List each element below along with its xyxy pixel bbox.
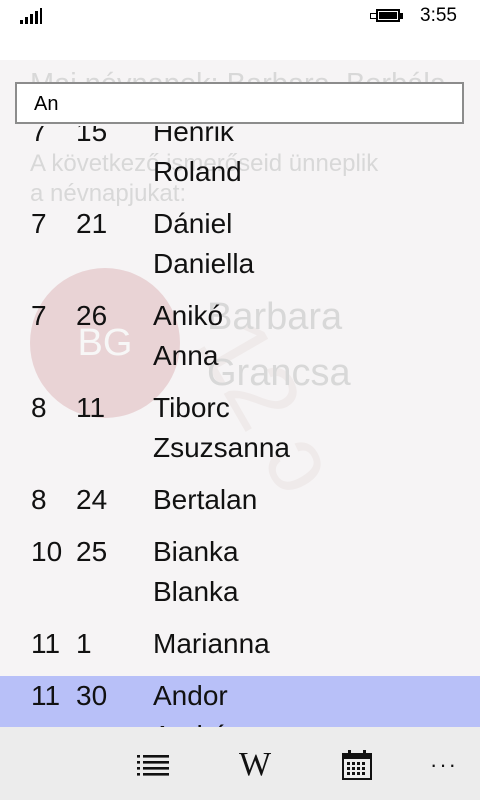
status-time: 3:55 <box>420 5 457 26</box>
status-bar: 3:55 <box>0 0 480 32</box>
more-icon[interactable]: ··· <box>424 745 464 785</box>
name-text: Zsuzsanna <box>153 432 290 463</box>
day-value: 11 <box>76 392 106 423</box>
day-value: 21 <box>76 208 108 239</box>
names-column: Henrik Roland <box>153 126 242 192</box>
day-value: 15 <box>76 126 108 147</box>
names-column: Marianna <box>153 624 270 664</box>
month-value: 11 <box>31 680 61 711</box>
names-column: Bertalan <box>153 480 257 520</box>
list-item[interactable]: 8 24 Bertalan <box>0 480 480 520</box>
month-value: 10 <box>31 536 63 567</box>
name-text: Bertalan <box>153 484 258 515</box>
list-item[interactable]: 11 1 Marianna <box>0 624 480 664</box>
list-item[interactable]: 8 11 Tiborc Zsuzsanna <box>0 388 480 468</box>
month-value: 7 <box>31 126 47 147</box>
name-text: Bianka <box>153 536 239 567</box>
month-value: 8 <box>31 392 47 423</box>
day-value: 25 <box>76 536 108 567</box>
day-value: 24 <box>76 484 108 515</box>
month-value: 8 <box>31 484 47 515</box>
name-text: Roland <box>153 156 242 187</box>
list-item[interactable]: 7 26 Anikó Anna <box>0 296 480 376</box>
name-text: Anikó <box>153 300 224 331</box>
list-icon[interactable] <box>133 745 173 785</box>
day-value: 1 <box>76 628 92 659</box>
name-text: Blanka <box>153 576 239 607</box>
names-column: Dániel Daniella <box>153 204 254 284</box>
name-text: Tiborc <box>153 392 230 423</box>
day-value: 26 <box>76 300 108 331</box>
name-text: Anna <box>153 340 219 371</box>
month-value: 7 <box>31 300 47 331</box>
names-column: Anikó Anna <box>153 296 223 376</box>
list-item[interactable]: 11 30 Andor András <box>0 676 480 727</box>
header-strip <box>0 32 480 60</box>
name-text: Andor <box>153 680 228 711</box>
list-item[interactable]: 10 25 Bianka Blanka <box>0 532 480 612</box>
name-text: Dániel <box>153 208 233 239</box>
month-value: 11 <box>31 628 61 659</box>
name-text: Daniella <box>153 248 255 279</box>
search-input[interactable]: An <box>15 82 464 124</box>
signal-strength-icon <box>20 8 42 24</box>
day-value: 30 <box>76 680 108 711</box>
names-column: Tiborc Zsuzsanna <box>153 388 290 468</box>
name-text: András <box>153 716 242 727</box>
month-value: 7 <box>31 208 47 239</box>
app-bar: W ··· <box>0 727 480 800</box>
battery-charging-icon <box>370 8 404 24</box>
name-text: Henrik <box>153 126 234 147</box>
results-list: 7 15 Henrik Roland 7 21 Dániel Daniella 7 26 Anikó… <box>0 126 480 727</box>
calendar-icon[interactable] <box>337 745 377 785</box>
names-column: Andor András <box>153 676 242 727</box>
list-item[interactable]: 7 21 Dániel Daniella <box>0 204 480 284</box>
wikipedia-icon[interactable]: W <box>235 745 275 785</box>
name-text: Marianna <box>153 628 270 659</box>
list-item[interactable]: 7 15 Henrik Roland <box>0 126 480 192</box>
names-column: Bianka Blanka <box>153 532 239 612</box>
